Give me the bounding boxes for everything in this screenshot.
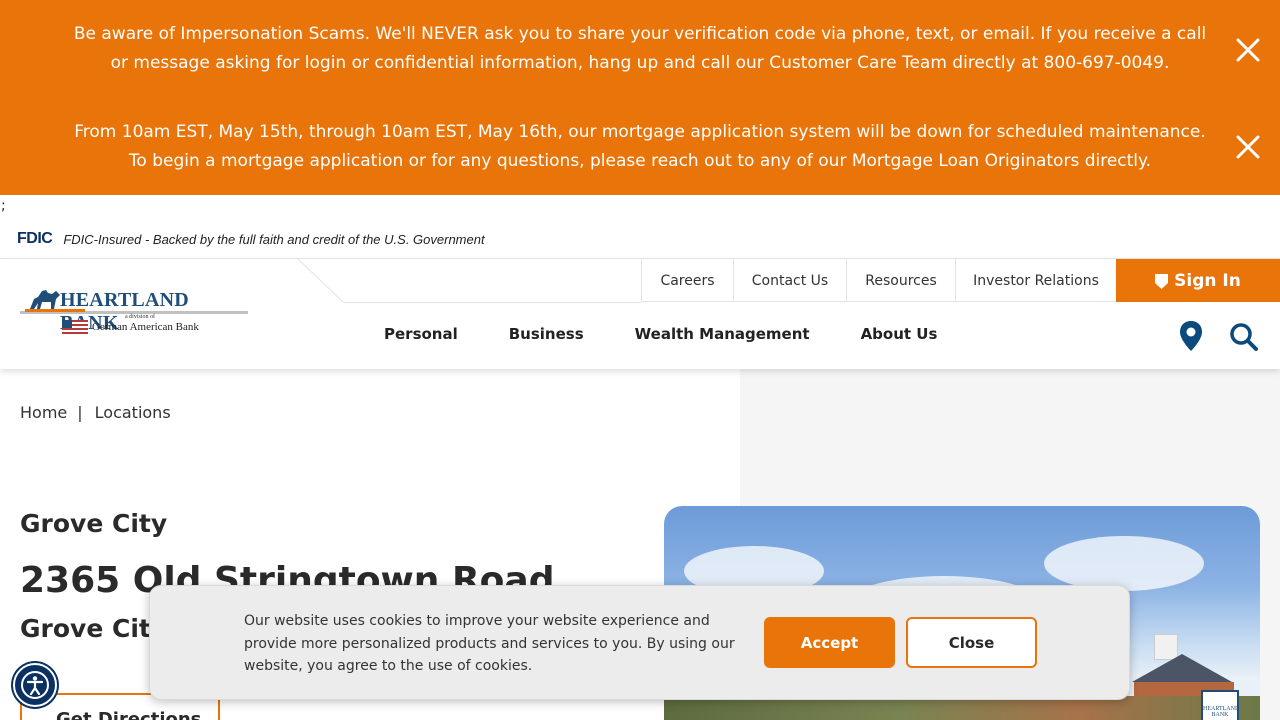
photo-cloud (1044, 536, 1204, 591)
location-pin-icon[interactable] (1178, 320, 1204, 356)
nav-business[interactable]: Business (509, 325, 584, 343)
stray-text: ; (1, 198, 6, 214)
utility-nav-divider (343, 302, 641, 303)
util-nav-careers[interactable]: Careers (641, 259, 733, 302)
photo-bank-sign: HEARTLAND BANK (1201, 690, 1239, 720)
logo-parent-name: German American Bank (92, 321, 199, 333)
fdic-bar: FDIC FDIC-Insured - Backed by the full f… (17, 226, 485, 252)
util-nav-resources[interactable]: Resources (846, 259, 955, 302)
breadcrumb: Home | Locations (20, 403, 171, 422)
fdic-text: FDIC-Insured - Backed by the full faith … (63, 231, 485, 247)
nav-about-us[interactable]: About Us (861, 325, 938, 343)
alert-close-icon[interactable] (1234, 133, 1262, 161)
util-nav-contact-us[interactable]: Contact Us (733, 259, 846, 302)
cookie-accept-button[interactable]: Accept (764, 617, 895, 668)
breadcrumb-home[interactable]: Home (20, 403, 67, 422)
util-nav-investor-relations[interactable]: Investor Relations (955, 259, 1116, 302)
alert-mortgage-maintenance: From 10am EST, May 15th, through 10am ES… (74, 122, 1206, 171)
search-icon[interactable] (1229, 322, 1259, 356)
nav-personal[interactable]: Personal (384, 325, 458, 343)
cookie-banner: Our website uses cookies to improve your… (149, 585, 1130, 700)
breadcrumb-separator: | (77, 403, 83, 422)
utility-nav: Careers Contact Us Resources Investor Re… (641, 259, 1116, 302)
header-diagonal-divider (298, 259, 344, 302)
sign-in-label: Sign In (1174, 270, 1241, 291)
sign-in-button[interactable]: Sign In (1116, 259, 1280, 302)
nav-wealth-management[interactable]: Wealth Management (635, 325, 810, 343)
heartland-bank-logo[interactable]: HEARTLAND BANK a division of German Amer… (20, 287, 250, 341)
accessibility-icon[interactable] (13, 663, 57, 707)
alert-close-icon[interactable] (1234, 36, 1262, 64)
horse-logo-icon (30, 290, 60, 309)
location-name: Grove City (20, 509, 168, 538)
cookie-message: Our website uses cookies to improve your… (244, 613, 735, 674)
fdic-logo: FDIC (17, 230, 53, 247)
location-city: Grove City (20, 614, 168, 643)
alert-banner: Be aware of Impersonation Scams. We'll N… (0, 0, 1280, 195)
logo-accent-line (25, 309, 85, 312)
logo-division-text: a division of (125, 314, 155, 320)
cookie-close-button[interactable]: Close (906, 617, 1037, 668)
breadcrumb-locations[interactable]: Locations (95, 403, 171, 422)
shield-icon (1155, 273, 1169, 289)
site-header: HEARTLAND BANK a division of German Amer… (0, 258, 1280, 369)
main-nav: Personal Business Wealth Management Abou… (384, 325, 988, 343)
photo-building-roof (1132, 654, 1232, 682)
alert-impersonation-scams: Be aware of Impersonation Scams. We'll N… (73, 24, 1207, 73)
flag-icon (62, 320, 88, 336)
